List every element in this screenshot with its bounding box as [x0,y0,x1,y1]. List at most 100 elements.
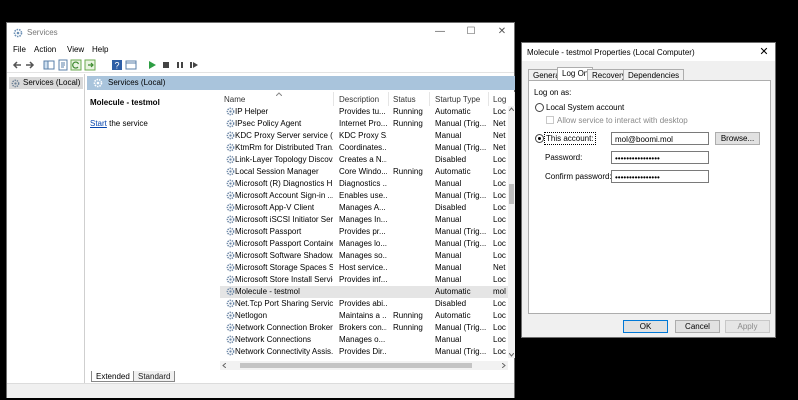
cell-startup: Manual [435,335,462,344]
table-row[interactable]: Network Connections Manages o... Manual Loc [220,334,508,346]
local-system-radio[interactable] [535,103,544,112]
service-gear-icon [226,251,235,260]
menu-view[interactable]: View [67,45,84,54]
table-row[interactable]: Link-Layer Topology Discov... Creates a N… [220,154,508,166]
dialog-tabs: General Log On Recovery Dependencies [528,67,771,80]
table-row[interactable]: Microsoft Storage Spaces S... Host servic… [220,262,508,274]
start-service-link[interactable]: Start [90,119,107,128]
cell-description: Provides Dir... [339,347,387,356]
properties-icon[interactable] [57,59,69,71]
pause-icon[interactable] [174,59,186,71]
service-gear-icon [226,275,235,284]
cell-description: Manages o... [339,335,386,344]
this-account-radio[interactable] [535,134,544,143]
service-gear-icon [226,155,235,164]
help-icon[interactable]: ? [111,59,123,71]
restart-icon[interactable] [188,59,200,71]
services-list: Name Description Status Startup Type Log… [220,92,515,370]
stop-icon[interactable] [160,59,172,71]
table-row[interactable]: Microsoft Passport Container Manages lo..… [220,238,508,250]
scroll-left-icon[interactable] [222,363,226,368]
column-header-label: Name [224,95,246,104]
cell-status [393,239,429,250]
browse-button[interactable]: Browse... [715,132,760,145]
back-arrow-icon[interactable] [11,59,23,71]
column-header-status[interactable]: Status [390,92,430,106]
start-service-line: Start the service [90,119,148,128]
export-icon[interactable] [84,59,96,71]
table-row[interactable]: Net.Tcp Port Sharing Service Provides abi… [220,298,508,310]
table-row[interactable]: Network Connectivity Assis... Provides Di… [220,346,508,358]
svg-text:?: ? [114,61,119,71]
cell-name: Microsoft Storage Spaces S... [235,263,333,272]
horizontal-scroll-thumb[interactable] [240,363,472,368]
table-row[interactable]: KDC Proxy Server service (K... KDC Proxy … [220,130,508,142]
ok-button[interactable]: OK [623,320,668,333]
cell-log: Loc [493,203,506,212]
cell-log: Loc [493,275,506,284]
table-row[interactable]: Microsoft Account Sign-in ... Enables use… [220,190,508,202]
confirm-password-field[interactable]: •••••••••••••••• [611,170,709,183]
close-button[interactable]: ✕ [494,26,510,38]
show-hide-tree-icon[interactable] [43,59,55,71]
allow-interact-checkbox[interactable] [546,116,554,124]
console-view-icon[interactable] [125,59,137,71]
apply-button[interactable]: Apply [725,320,770,333]
table-row[interactable]: Molecule - testmol Automatic mol [220,286,508,298]
tab-dependencies[interactable]: Dependencies [623,69,685,80]
menu-action[interactable]: Action [34,45,56,54]
service-gear-icon [226,191,235,200]
account-field[interactable]: mol@boomi.mol [611,132,709,145]
cell-log: Loc [493,107,506,116]
gear-icon [11,79,20,88]
tab-extended[interactable]: Extended [91,371,135,382]
dialog-close-button[interactable]: ✕ [757,45,771,59]
service-gear-icon [226,227,235,236]
table-row[interactable]: KtmRm for Distributed Tran... Coordinates… [220,142,508,154]
table-row[interactable]: IP Helper Provides tu... Running Automatic L… [220,106,508,118]
column-header-description[interactable]: Description [335,92,389,106]
table-row[interactable]: Local Session Manager Core Windo... Runnin… [220,166,508,178]
column-header-log-on-as[interactable]: Log [490,92,515,106]
maximize-button[interactable]: ☐ [463,26,479,38]
dialog-title: Molecule - testmol Properties (Local Com… [527,48,695,57]
table-row[interactable]: Microsoft App-V Client Manages A... Disabl… [220,202,508,214]
service-gear-icon [226,107,235,116]
table-row[interactable]: Netlogon Maintains a ... Running Automatic L… [220,310,508,322]
cancel-button[interactable]: Cancel [675,320,720,333]
menu-help[interactable]: Help [92,45,108,54]
forward-arrow-icon[interactable] [24,59,36,71]
scroll-up-icon[interactable] [509,107,514,111]
cell-status [393,131,429,142]
tab-standard[interactable]: Standard [133,371,176,382]
scroll-down-icon[interactable] [509,353,514,357]
table-row[interactable]: Microsoft Software Shadow... Manages so..… [220,250,508,262]
service-gear-icon [226,299,235,308]
start-icon[interactable] [146,59,158,71]
cell-name: IP Helper [235,107,269,116]
table-row[interactable]: IPsec Policy Agent Internet Pro... Running… [220,118,508,130]
column-header-name[interactable]: Name [220,92,334,106]
table-row[interactable]: Microsoft Store Install Service Provides … [220,274,508,286]
cell-name: Molecule - testmol [235,287,300,296]
cell-name: Network Connections [235,335,312,344]
column-header-startup-type[interactable]: Startup Type [431,92,489,106]
vertical-scrollbar[interactable] [508,106,515,358]
table-row[interactable]: Microsoft iSCSI Initiator Ser... Manages … [220,214,508,226]
refresh-icon[interactable] [70,59,82,71]
menu-file[interactable]: File [13,45,26,54]
cell-startup: Automatic [435,287,471,296]
banner-title: Services (Local) [108,78,166,87]
gear-icon [93,78,103,88]
table-row[interactable]: Microsoft (R) Diagnostics H... Diagnostic… [220,178,508,190]
cell-log: Loc [493,179,506,188]
table-row[interactable]: Network Connection Broker Brokers con... R… [220,322,508,334]
cell-name: Network Connectivity Assis... [235,347,333,356]
password-field[interactable]: •••••••••••••••• [611,151,709,164]
minimize-button[interactable]: — [432,26,448,38]
services-window: Services — ☐ ✕ File Action View Help ? S… [6,22,515,398]
vertical-scroll-thumb[interactable] [509,184,514,204]
scroll-right-icon[interactable] [502,363,506,368]
tree-item-services-local[interactable]: Services (Local) [9,77,83,89]
table-row[interactable]: Microsoft Passport Provides pr... Manual (… [220,226,508,238]
